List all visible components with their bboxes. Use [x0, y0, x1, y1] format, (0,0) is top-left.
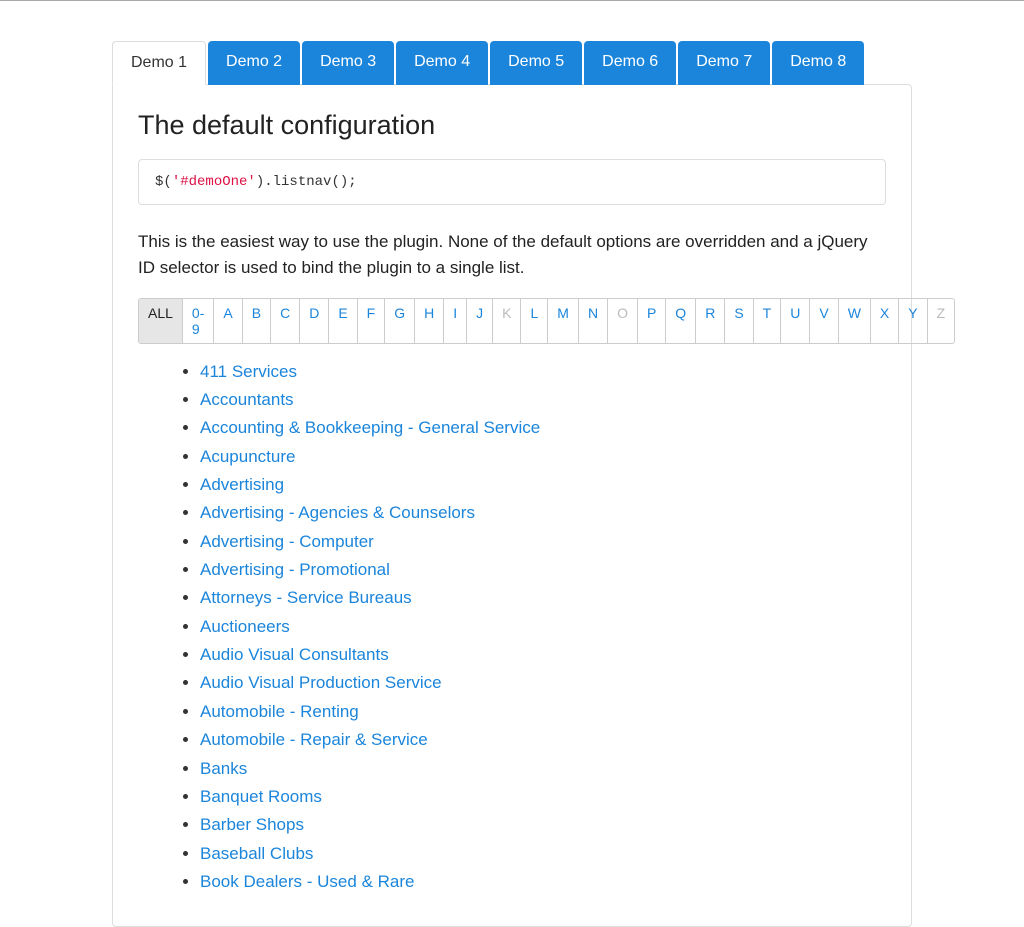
list-item: 411 Services [200, 358, 886, 386]
list-item: Banquet Rooms [200, 783, 886, 811]
code-selector: '#demoOne' [172, 174, 256, 190]
list-item: Audio Visual Production Service [200, 669, 886, 697]
letter-o: O [608, 299, 638, 343]
list-item: Automobile - Repair & Service [200, 726, 886, 754]
page-title: The default configuration [138, 110, 886, 141]
list-item-link[interactable]: 411 Services [200, 362, 297, 381]
letter-g[interactable]: G [385, 299, 415, 343]
list-item-link[interactable]: Audio Visual Production Service [200, 673, 442, 692]
letter-y[interactable]: Y [899, 299, 927, 343]
list-item-link[interactable]: Automobile - Repair & Service [200, 730, 428, 749]
list-item: Accounting & Bookkeeping - General Servi… [200, 414, 886, 442]
list-item-link[interactable]: Attorneys - Service Bureaus [200, 588, 412, 607]
letter-f[interactable]: F [358, 299, 386, 343]
list-item: Book Dealers - Used & Rare [200, 868, 886, 896]
list-item: Automobile - Renting [200, 698, 886, 726]
list-item-link[interactable]: Accountants [200, 390, 294, 409]
letter-r[interactable]: R [696, 299, 725, 343]
letter-d[interactable]: D [300, 299, 329, 343]
letter-09[interactable]: 0-9 [183, 299, 214, 343]
tab-demo-6[interactable]: Demo 6 [584, 41, 676, 85]
main-container: Demo 1Demo 2Demo 3Demo 4Demo 5Demo 6Demo… [112, 1, 912, 927]
list-item: Acupuncture [200, 443, 886, 471]
demo-tabs: Demo 1Demo 2Demo 3Demo 4Demo 5Demo 6Demo… [112, 41, 912, 85]
letter-m[interactable]: M [548, 299, 579, 343]
letter-all[interactable]: ALL [139, 299, 183, 343]
list-item-link[interactable]: Audio Visual Consultants [200, 645, 389, 664]
letter-v[interactable]: V [810, 299, 838, 343]
description-text: This is the easiest way to use the plugi… [138, 229, 886, 282]
list-item-link[interactable]: Advertising - Computer [200, 532, 374, 551]
letter-b[interactable]: B [243, 299, 271, 343]
letter-n[interactable]: N [579, 299, 608, 343]
letter-c[interactable]: C [271, 299, 300, 343]
code-snippet: $('#demoOne').listnav(); [138, 159, 886, 205]
list-item: Baseball Clubs [200, 840, 886, 868]
code-suffix: ).listnav(); [256, 174, 357, 190]
list-item-link[interactable]: Auctioneers [200, 617, 290, 636]
tab-demo-8[interactable]: Demo 8 [772, 41, 864, 85]
list-item: Barber Shops [200, 811, 886, 839]
letter-h[interactable]: H [415, 299, 444, 343]
tab-demo-3[interactable]: Demo 3 [302, 41, 394, 85]
letter-s[interactable]: S [725, 299, 753, 343]
list-item-link[interactable]: Acupuncture [200, 447, 295, 466]
letter-t[interactable]: T [754, 299, 782, 343]
letter-k: K [493, 299, 521, 343]
list-item-link[interactable]: Book Dealers - Used & Rare [200, 872, 414, 891]
list-item-link[interactable]: Baseball Clubs [200, 844, 313, 863]
letter-q[interactable]: Q [666, 299, 696, 343]
list-item: Attorneys - Service Bureaus [200, 584, 886, 612]
list-item: Advertising - Promotional [200, 556, 886, 584]
letter-l[interactable]: L [521, 299, 548, 343]
letter-a[interactable]: A [214, 299, 242, 343]
list-item-link[interactable]: Accounting & Bookkeeping - General Servi… [200, 418, 540, 437]
list-item: Advertising - Agencies & Counselors [200, 499, 886, 527]
list-item-link[interactable]: Banks [200, 759, 247, 778]
list-item: Audio Visual Consultants [200, 641, 886, 669]
list-item: Advertising - Computer [200, 528, 886, 556]
list-item-link[interactable]: Advertising - Agencies & Counselors [200, 503, 475, 522]
letter-p[interactable]: P [638, 299, 666, 343]
list-item: Auctioneers [200, 613, 886, 641]
tab-demo-2[interactable]: Demo 2 [208, 41, 300, 85]
list-item-link[interactable]: Barber Shops [200, 815, 304, 834]
tab-demo-4[interactable]: Demo 4 [396, 41, 488, 85]
list-item: Advertising [200, 471, 886, 499]
list-item-link[interactable]: Automobile - Renting [200, 702, 359, 721]
code-prefix: $( [155, 174, 172, 190]
tab-demo-7[interactable]: Demo 7 [678, 41, 770, 85]
letter-i[interactable]: I [444, 299, 467, 343]
list-item-link[interactable]: Advertising - Promotional [200, 560, 390, 579]
letter-j[interactable]: J [467, 299, 493, 343]
tab-content: The default configuration $('#demoOne').… [112, 84, 912, 927]
list-item-link[interactable]: Banquet Rooms [200, 787, 322, 806]
list-item: Accountants [200, 386, 886, 414]
letter-w[interactable]: W [839, 299, 871, 343]
tab-demo-5[interactable]: Demo 5 [490, 41, 582, 85]
letter-u[interactable]: U [781, 299, 810, 343]
list-item: Banks [200, 755, 886, 783]
letter-x[interactable]: X [871, 299, 899, 343]
letter-nav: ALL0-9ABCDEFGHIJKLMNOPQRSTUVWXYZ [138, 298, 955, 344]
tab-demo-1[interactable]: Demo 1 [112, 41, 206, 85]
list-item-link[interactable]: Advertising [200, 475, 284, 494]
letter-z: Z [928, 299, 955, 343]
letter-e[interactable]: E [329, 299, 357, 343]
item-list: 411 Services Accountants Accounting & Book… [200, 358, 886, 897]
